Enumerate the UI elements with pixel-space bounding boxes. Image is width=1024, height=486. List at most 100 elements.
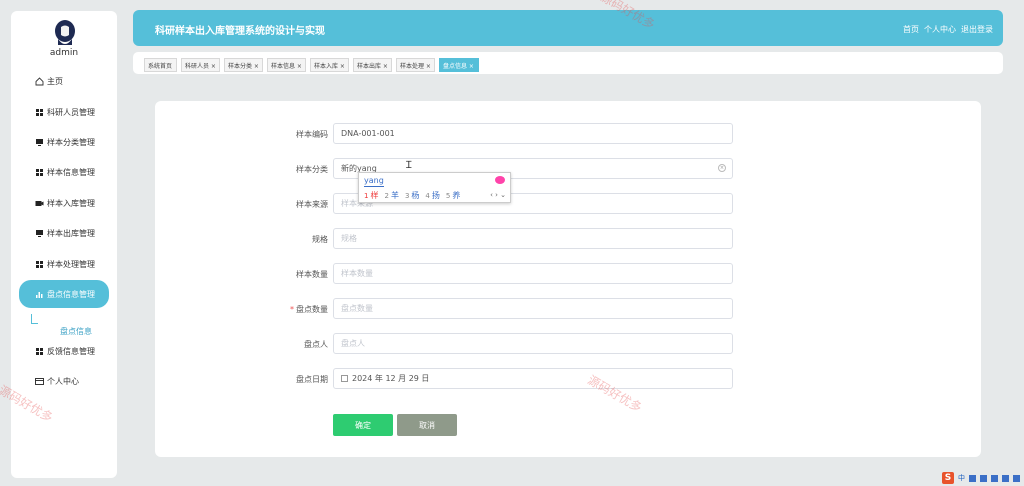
- ime-candidate[interactable]: 4扬: [425, 190, 439, 201]
- inventory-person-placeholder: 盘点人: [341, 339, 365, 348]
- top-header: 科研样本出入库管理系统的设计与实现 首页 个人中心 退出登录: [133, 10, 1003, 46]
- ime-page-nav[interactable]: ‹ › ⌄: [490, 191, 506, 199]
- sidebar-item-label: 科研人员管理: [47, 107, 95, 117]
- sidebar-item-label: 样本分类管理: [47, 137, 95, 147]
- field-label-inventory-person: 盘点人: [304, 340, 328, 349]
- field-label-sample-category: 样本分类: [296, 165, 328, 174]
- confirm-button[interactable]: 确定: [333, 414, 393, 436]
- tree-branch-line: [31, 314, 38, 324]
- text-cursor-icon: Ɪ: [406, 160, 412, 171]
- clear-icon[interactable]: ×: [718, 164, 726, 172]
- candidate-char: 扬: [431, 191, 440, 200]
- ime-candidates: 1样 2羊 3杨 4扬 5养: [364, 190, 460, 201]
- inventory-quantity-label-text: 盘点数量: [296, 305, 328, 314]
- sidebar-item-label: 样本入库管理: [47, 198, 95, 208]
- tab-sample-processing[interactable]: 样本处理 ×: [396, 58, 435, 72]
- ime-language-indicator[interactable]: 中: [958, 473, 965, 483]
- header-links: 首页 个人中心 退出登录: [903, 24, 993, 35]
- grid-icon: [35, 108, 44, 117]
- camera-icon: [35, 199, 44, 208]
- sidebar-item-label: 主页: [47, 76, 63, 86]
- sidebar-item-inventory[interactable]: 盘点信息管理: [19, 280, 109, 308]
- tab-system-home[interactable]: 系统首页: [144, 58, 177, 72]
- ime-candidate-popup: yang 1样 2羊 3杨 4扬 5养 ‹ › ⌄: [358, 172, 511, 203]
- skin-icon[interactable]: [1002, 474, 1009, 482]
- sidebar-item-label: 个人中心: [47, 376, 79, 386]
- tab-sample-category[interactable]: 样本分类 ×: [224, 58, 263, 72]
- field-label-sample-source: 样本来源: [296, 200, 328, 209]
- inventory-date-picker[interactable]: 2024 年 12 月 29 日: [333, 368, 733, 389]
- sidebar-item-sample-category[interactable]: 样本分类管理: [19, 131, 109, 153]
- candidate-number: 4: [425, 192, 430, 200]
- sidebar-item-label: 样本信息管理: [47, 167, 95, 177]
- sample-quantity-input[interactable]: 样本数量: [333, 263, 733, 284]
- toolbox-icon[interactable]: [1013, 474, 1020, 482]
- sidebar-item-label: 盘点信息管理: [47, 289, 95, 299]
- tab-sample-inbound[interactable]: 样本入库 ×: [310, 58, 349, 72]
- sidebar-item-sample-inbound[interactable]: 样本入库管理: [19, 192, 109, 214]
- tab-sample-outbound[interactable]: 样本出库 ×: [353, 58, 392, 72]
- ime-candidate[interactable]: 1样: [364, 190, 378, 201]
- spec-placeholder: 规格: [341, 234, 357, 243]
- sidebar-item-sample-info[interactable]: 样本信息管理: [19, 161, 109, 183]
- logout-link[interactable]: 退出登录: [961, 24, 993, 35]
- field-label-inventory-date: 盘点日期: [296, 375, 328, 384]
- required-marker: *: [290, 305, 294, 314]
- field-label-sample-code: 样本编码: [296, 130, 328, 139]
- inventory-date-value: 2024 年 12 月 29 日: [352, 374, 430, 383]
- page-title: 科研样本出入库管理系统的设计与实现: [155, 26, 325, 37]
- candidate-number: 3: [404, 192, 410, 200]
- sample-quantity-placeholder: 样本数量: [341, 269, 373, 278]
- inventory-person-input[interactable]: 盘点人: [333, 333, 733, 354]
- spec-input[interactable]: 规格: [333, 228, 733, 249]
- sidebar-item-label: 样本出库管理: [47, 228, 95, 238]
- monitor-icon: [35, 229, 44, 238]
- ime-tray: S 中: [942, 472, 1020, 484]
- candidate-char: 样: [370, 191, 379, 200]
- sidebar-subitem-label: 盘点信息: [60, 327, 92, 336]
- field-label-spec: 规格: [312, 235, 328, 244]
- sidebar-item-label: 反馈信息管理: [47, 346, 95, 356]
- sample-code-value: DNA-001-001: [341, 129, 395, 138]
- grid-icon: [35, 260, 44, 269]
- candidate-char: 羊: [390, 191, 399, 200]
- tab-inventory-info[interactable]: 盘点信息 ×: [439, 58, 479, 72]
- keyboard-icon[interactable]: [991, 474, 998, 482]
- field-label-inventory-quantity: * 盘点数量: [290, 304, 328, 315]
- ime-candidate[interactable]: 2羊: [384, 190, 398, 201]
- sidebar-item-profile[interactable]: 个人中心: [19, 370, 109, 392]
- sidebar-item-sample-outbound[interactable]: 样本出库管理: [19, 222, 109, 244]
- calendar-icon: [341, 375, 348, 382]
- ime-logo-icon: [495, 176, 505, 184]
- tab-researchers[interactable]: 科研人员 ×: [181, 58, 220, 72]
- cancel-button[interactable]: 取消: [397, 414, 457, 436]
- bar-chart-icon: [35, 290, 44, 299]
- candidate-number: 1: [364, 192, 369, 200]
- candidate-char: 养: [452, 191, 461, 200]
- sidebar-item-label: 样本处理管理: [47, 259, 95, 269]
- ime-composition: yang: [364, 176, 384, 185]
- inventory-quantity-input[interactable]: 盘点数量: [333, 298, 733, 319]
- sogou-logo-icon[interactable]: S: [942, 472, 954, 484]
- sidebar-item-home[interactable]: 主页: [19, 70, 109, 92]
- sidebar-item-sample-processing[interactable]: 样本处理管理: [19, 253, 109, 275]
- ime-candidate[interactable]: 5养: [446, 190, 460, 201]
- home-link[interactable]: 首页: [903, 24, 919, 35]
- card-icon: [35, 377, 44, 386]
- sidebar-subitem-inventory-info[interactable]: 盘点信息: [31, 314, 111, 336]
- field-label-sample-quantity: 样本数量: [296, 270, 328, 279]
- profile-link[interactable]: 个人中心: [924, 24, 956, 35]
- candidate-number: 2: [384, 192, 389, 200]
- ime-candidate[interactable]: 3杨: [405, 190, 419, 201]
- sidebar-item-feedback[interactable]: 反馈信息管理: [19, 340, 109, 362]
- sample-code-input[interactable]: DNA-001-001: [333, 123, 733, 144]
- home-icon: [35, 76, 44, 86]
- ime-composition-underline: [364, 186, 384, 187]
- tab-bar: 系统首页 科研人员 × 样本分类 × 样本信息 × 样本入库 × 样本出库 × …: [133, 52, 1003, 74]
- sidebar-item-researchers[interactable]: 科研人员管理: [19, 101, 109, 123]
- candidate-number: 5: [445, 192, 451, 200]
- punctuation-icon[interactable]: [969, 474, 976, 482]
- tab-sample-info[interactable]: 样本信息 ×: [267, 58, 306, 72]
- inventory-quantity-placeholder: 盘点数量: [341, 304, 373, 313]
- microphone-icon[interactable]: [980, 474, 987, 482]
